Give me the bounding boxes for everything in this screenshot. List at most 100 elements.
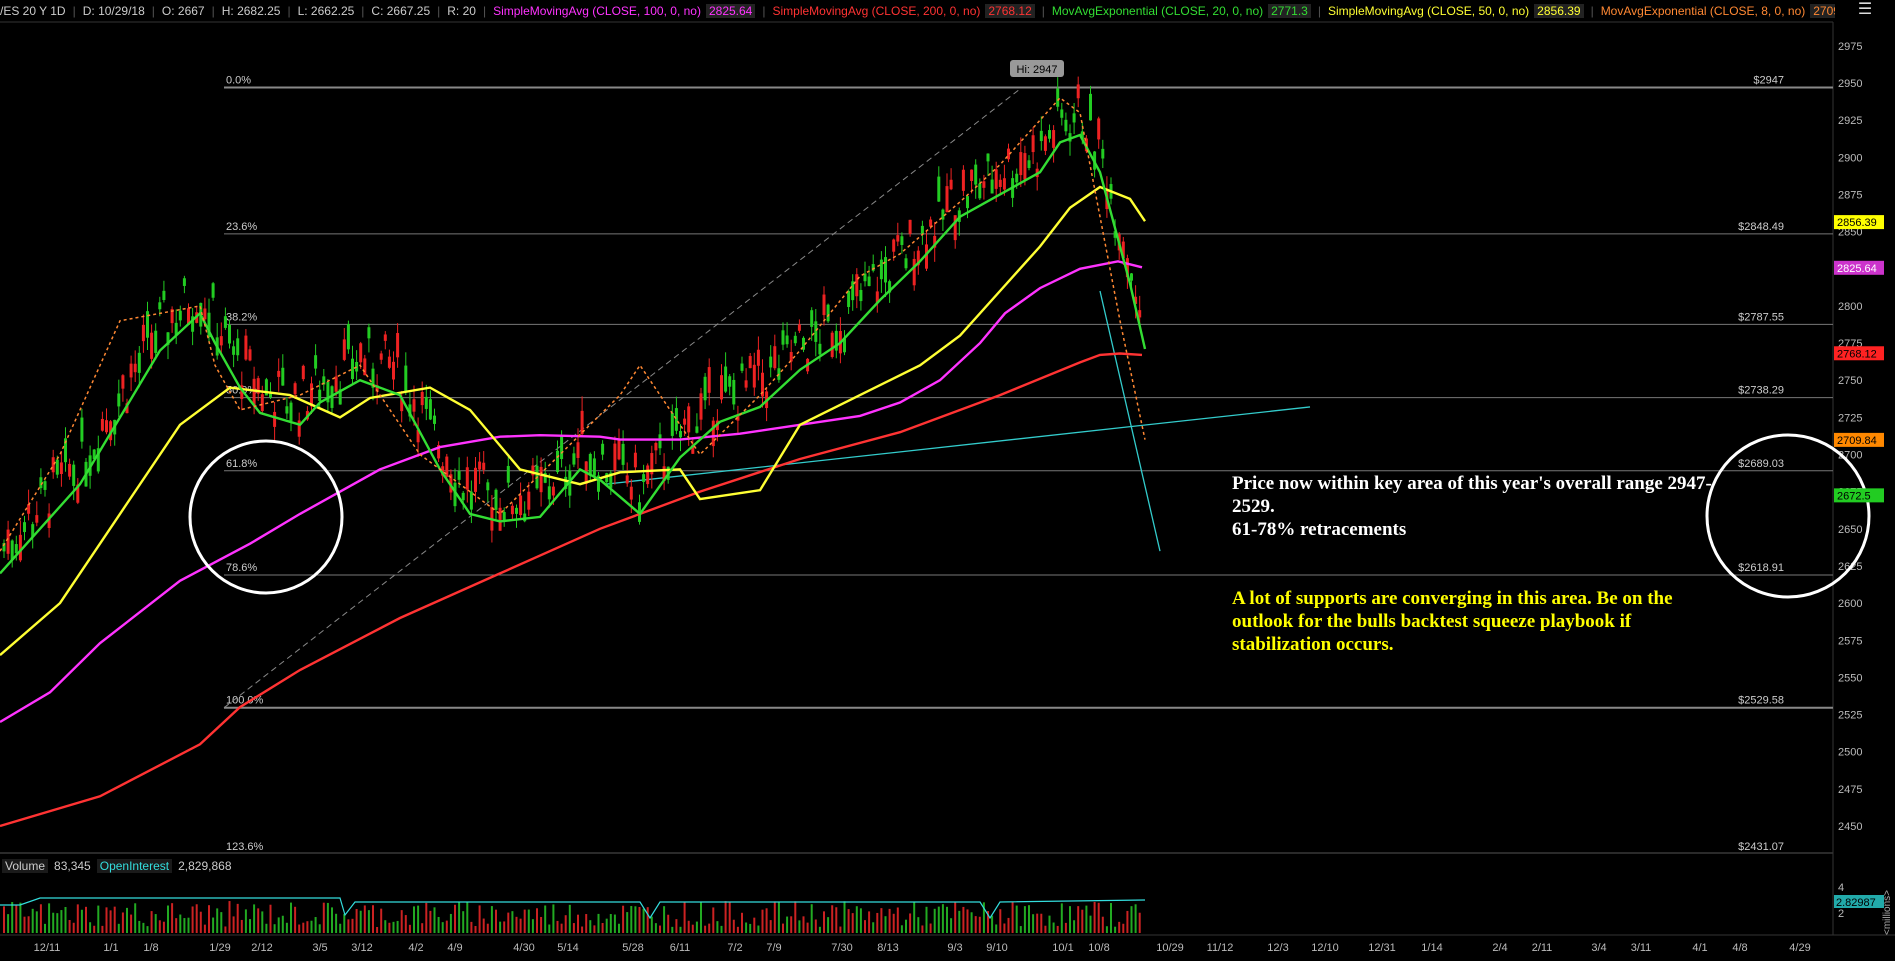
candle-body (100, 418, 104, 431)
candle-body (859, 289, 863, 302)
candle-body (232, 346, 236, 355)
candle-body (465, 467, 469, 490)
candle-body (978, 183, 982, 199)
y-tick-label: 2500 (1838, 747, 1862, 759)
note-line: outlook for the bulls backtest squeeze p… (1232, 611, 1632, 632)
candle-body (494, 489, 498, 510)
candle-body (420, 391, 424, 406)
x-tick-label: 11/12 (1207, 942, 1234, 954)
x-tick-label: 12/10 (1311, 942, 1339, 954)
candle-body (396, 333, 400, 358)
candle-body (740, 363, 744, 371)
candle-body (826, 304, 830, 322)
candle-body (457, 470, 461, 480)
x-tick-label: 10/29 (1156, 942, 1184, 954)
series-line (0, 185, 1146, 657)
candle-body (986, 153, 990, 162)
candle-body (273, 411, 277, 427)
candle-body (945, 186, 949, 213)
candle-body (150, 332, 154, 359)
candle-body (789, 352, 793, 362)
axis-tag-label: 2768.12 (1837, 348, 1877, 360)
x-tick-label: 10/8 (1088, 942, 1109, 954)
note-line: 2529. (1232, 496, 1275, 517)
x-tick-label: 7/2 (727, 942, 742, 954)
x-tick-label: 4/9 (447, 942, 462, 954)
fib-price-label: $2689.03 (1738, 458, 1784, 470)
candle-body (469, 491, 473, 510)
candle-body (486, 482, 490, 491)
axis-tag-label: 2672.5 (1837, 490, 1871, 502)
candle-body (654, 443, 658, 451)
candle-body (707, 367, 711, 393)
candle-body (646, 465, 650, 485)
x-tick-label: 9/10 (986, 942, 1007, 954)
candle-body (1089, 93, 1092, 121)
candle-body (392, 361, 395, 380)
x-tick-label: 4/1 (1692, 942, 1707, 954)
x-tick-label: 4/29 (1789, 942, 1810, 954)
candle-body (478, 461, 482, 470)
candle-body (953, 215, 957, 241)
candle-body (1023, 153, 1027, 180)
candle-body (769, 356, 773, 368)
candle-body (117, 393, 121, 407)
candle-body (851, 281, 855, 301)
x-tick-label: 12/31 (1368, 942, 1396, 954)
candle-body (556, 450, 559, 473)
x-tick-label: 9/3 (947, 942, 962, 954)
candle-body (970, 169, 974, 182)
candle-body (51, 457, 55, 473)
candle-body (80, 417, 84, 442)
candle-body (670, 412, 674, 436)
candle-body (1072, 113, 1076, 123)
x-tick-label: 8/13 (877, 942, 898, 954)
candle-body (679, 431, 682, 438)
candle-body (617, 438, 621, 460)
y-tick-label: 2750 (1838, 375, 1862, 387)
candle-body (72, 464, 76, 486)
candle-body (289, 402, 293, 421)
candle-body (810, 310, 814, 327)
candle-body (982, 181, 986, 188)
candle-body (154, 330, 158, 353)
candle-body (178, 310, 182, 321)
candle-body (966, 196, 969, 209)
candle-body (133, 363, 137, 373)
candle-body (211, 283, 215, 298)
candle-body (687, 406, 691, 433)
candle-body (633, 452, 637, 468)
candle-body (27, 504, 31, 514)
candle-body (560, 436, 564, 460)
candle-body (695, 426, 699, 433)
candle-body (1052, 130, 1056, 148)
candle-body (613, 443, 617, 471)
candle-body (748, 356, 752, 369)
candle-body (720, 375, 723, 400)
candle-body (1027, 160, 1031, 169)
candle-body (711, 420, 715, 447)
fib-price-label: $2618.91 (1738, 562, 1784, 574)
candle-body (474, 467, 477, 492)
candle-body (732, 379, 736, 405)
candle-body (461, 492, 465, 501)
oi-label: OpenInterest (96, 859, 173, 873)
candle-body (68, 463, 72, 477)
candle-body (912, 258, 916, 286)
candle-body (18, 534, 22, 561)
candle-body (285, 406, 289, 414)
candle-body (158, 302, 162, 310)
candle-body (683, 418, 687, 425)
fib-percent-label: 123.6% (226, 841, 264, 853)
y-tick-label: 2975 (1838, 41, 1862, 53)
candle-body (367, 327, 371, 339)
candle-body (527, 491, 531, 510)
fib-price-label: $2848.49 (1738, 221, 1784, 233)
axis-tag-label: 2825.64 (1837, 263, 1877, 275)
y-tick-label: 2525 (1838, 710, 1862, 722)
note-line: stabilization occurs. (1232, 634, 1394, 655)
candle-body (539, 466, 543, 493)
candle-body (658, 434, 662, 449)
candle-body (6, 529, 10, 554)
candle-body (1048, 130, 1051, 139)
